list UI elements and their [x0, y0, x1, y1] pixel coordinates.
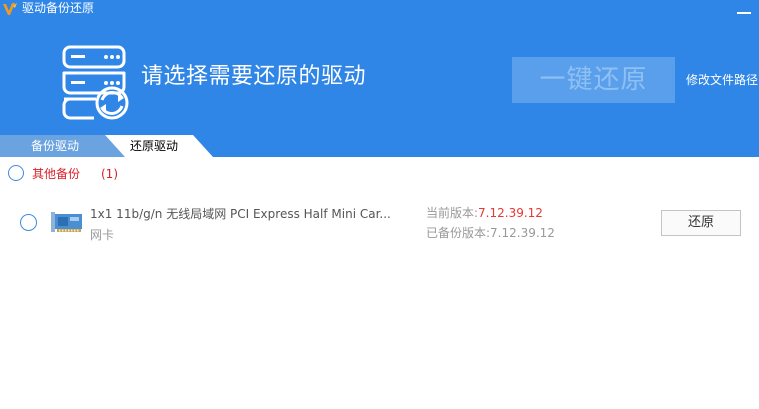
- tab-backup-label: 备份驱动: [31, 139, 80, 153]
- group-label: 其他备份: [32, 167, 81, 181]
- network-card-icon: [51, 212, 82, 232]
- tab-restore-label: 还原驱动: [130, 139, 179, 153]
- backup-version-label: 已备份版本:: [426, 226, 491, 240]
- restore-button[interactable]: 还原: [661, 210, 741, 236]
- group-count: (1): [101, 167, 118, 181]
- minimize-icon[interactable]: [737, 12, 751, 14]
- backup-version: 已备份版本:7.12.39.12: [426, 225, 555, 241]
- server-restore-icon: [62, 45, 129, 120]
- window-title: 驱动备份还原: [22, 1, 95, 15]
- current-version: 当前版本:7.12.39.12: [426, 205, 543, 221]
- orange-v-logo-icon: [3, 3, 17, 15]
- driver-select-radio[interactable]: [20, 214, 37, 231]
- backup-version-value: 7.12.39.12: [490, 226, 555, 240]
- modify-path-link[interactable]: 修改文件路径: [686, 72, 758, 88]
- tab-bar: 备份驱动 还原驱动: [0, 135, 759, 157]
- header-bar: 驱动备份还原 请选择需要还原的驱动 一键还原 修改文件路径 备份驱动 还原驱动: [0, 0, 759, 157]
- page-headline: 请选择需要还原的驱动: [141, 64, 367, 89]
- group-select-radio[interactable]: [8, 165, 24, 181]
- driver-name: 1x1 11b/g/n 无线局域网 PCI Express Half Mini …: [90, 207, 391, 221]
- current-version-label: 当前版本:: [426, 206, 479, 220]
- current-version-value: 7.12.39.12: [478, 206, 543, 220]
- restore-all-button[interactable]: 一键还原: [512, 57, 675, 103]
- title-bar: 驱动备份还原: [0, 0, 759, 20]
- driver-category: 网卡: [90, 228, 115, 242]
